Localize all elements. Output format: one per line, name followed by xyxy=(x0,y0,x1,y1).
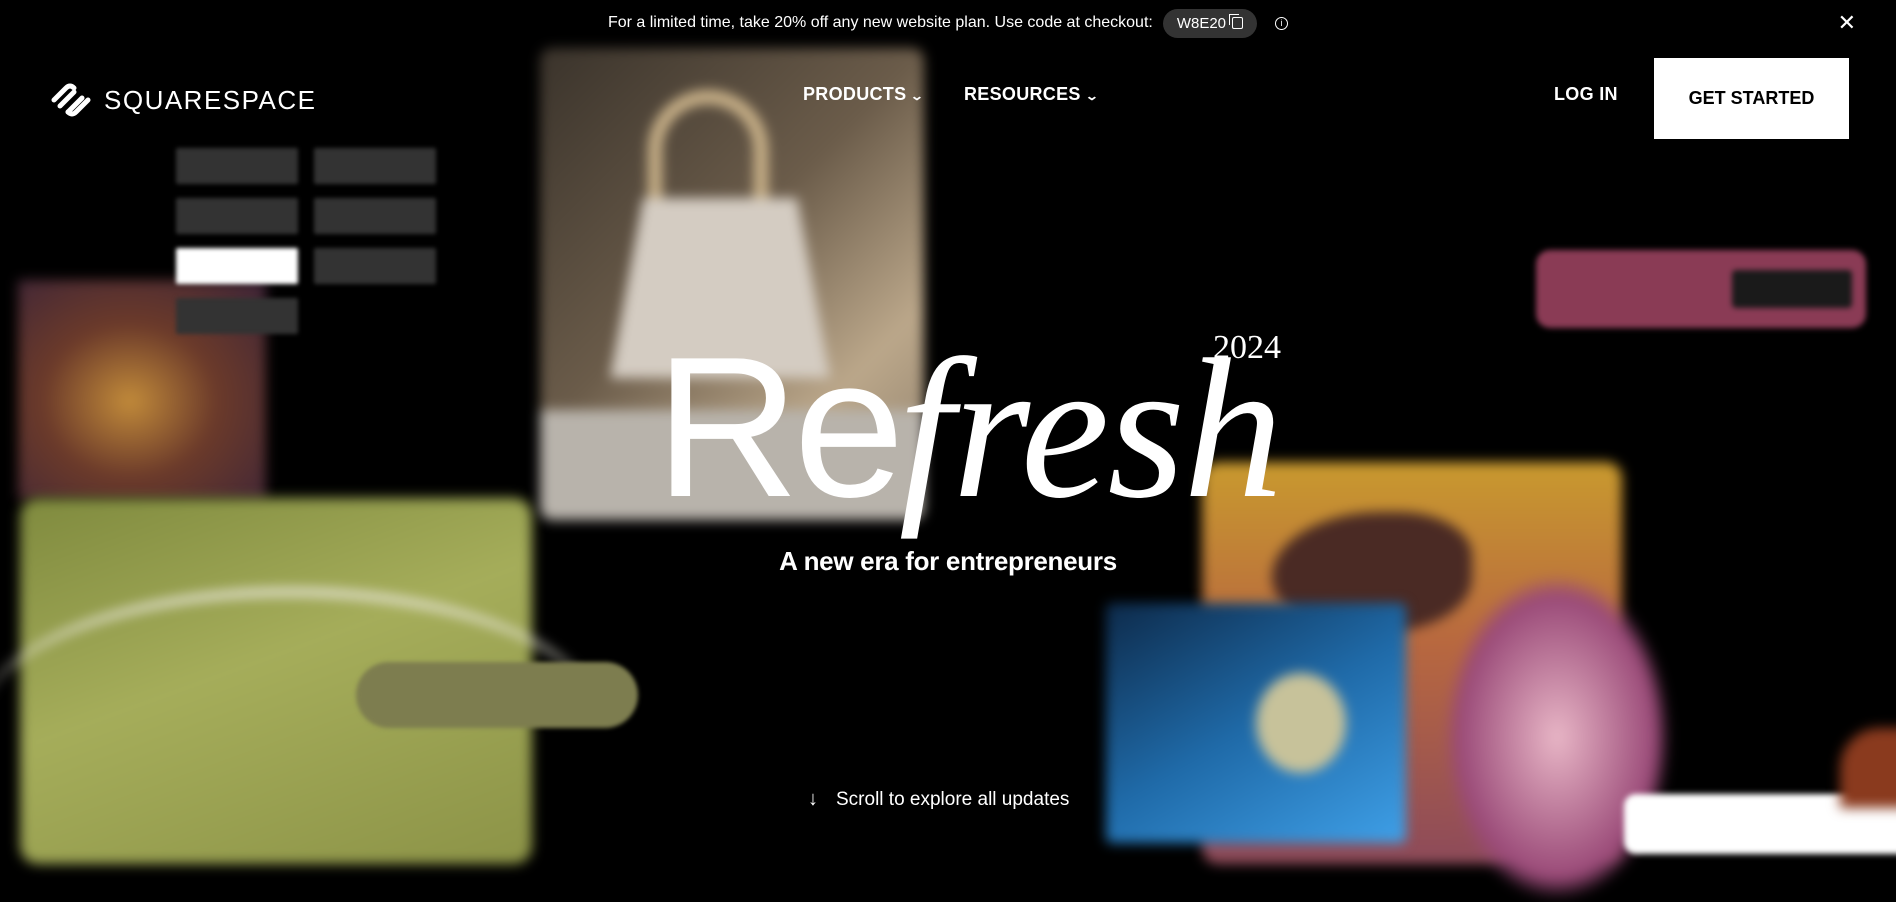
blurred-button-graphic xyxy=(356,662,638,728)
hero-subtitle: A new era for entrepreneurs xyxy=(779,546,1117,576)
nav-resources-label: RESOURCES xyxy=(964,84,1081,104)
info-icon[interactable]: i xyxy=(1275,16,1289,30)
close-icon[interactable]: ✕ xyxy=(1838,12,1856,34)
logo[interactable]: SQUARESPACE xyxy=(48,80,317,120)
nav-resources[interactable]: RESOURCES ⌄ xyxy=(964,84,1100,105)
arrow-down-icon: ↓ xyxy=(808,788,818,810)
logo-text: SQUARESPACE xyxy=(104,84,317,115)
hero-year: 2024 xyxy=(1213,329,1281,366)
promo-code: W8E20 xyxy=(1176,14,1227,32)
hero-title-upright: Re xyxy=(655,316,905,539)
promo-banner: For a limited time, take 20% off any new… xyxy=(0,0,1896,46)
main-nav: SQUARESPACE PRODUCTS ⌄ RESOURCES ⌄ LOG I… xyxy=(0,46,1896,146)
nav-products-label: PRODUCTS xyxy=(803,84,907,104)
blurred-checkout-card xyxy=(1536,250,1866,328)
login-link[interactable]: LOG IN xyxy=(1554,84,1618,105)
hero-title: Refresh xyxy=(655,328,1283,530)
still-life-image xyxy=(1106,603,1406,843)
promo-code-button[interactable]: W8E20 xyxy=(1162,8,1258,38)
get-started-button[interactable]: GET STARTED xyxy=(1654,58,1849,139)
nav-products[interactable]: PRODUCTS ⌄ xyxy=(803,84,925,105)
scroll-cta[interactable]: ↓ Scroll to explore all updates xyxy=(808,788,1069,811)
edge-image xyxy=(1840,728,1896,808)
scroll-cta-label: Scroll to explore all updates xyxy=(836,788,1070,810)
blurred-form-graphic xyxy=(176,148,438,338)
copy-icon xyxy=(1229,14,1244,29)
squarespace-logo-icon xyxy=(51,83,91,117)
chevron-down-icon: ⌄ xyxy=(1084,88,1100,103)
promo-text: For a limited time, take 20% off any new… xyxy=(607,14,1153,31)
chevron-down-icon: ⌄ xyxy=(910,88,925,103)
